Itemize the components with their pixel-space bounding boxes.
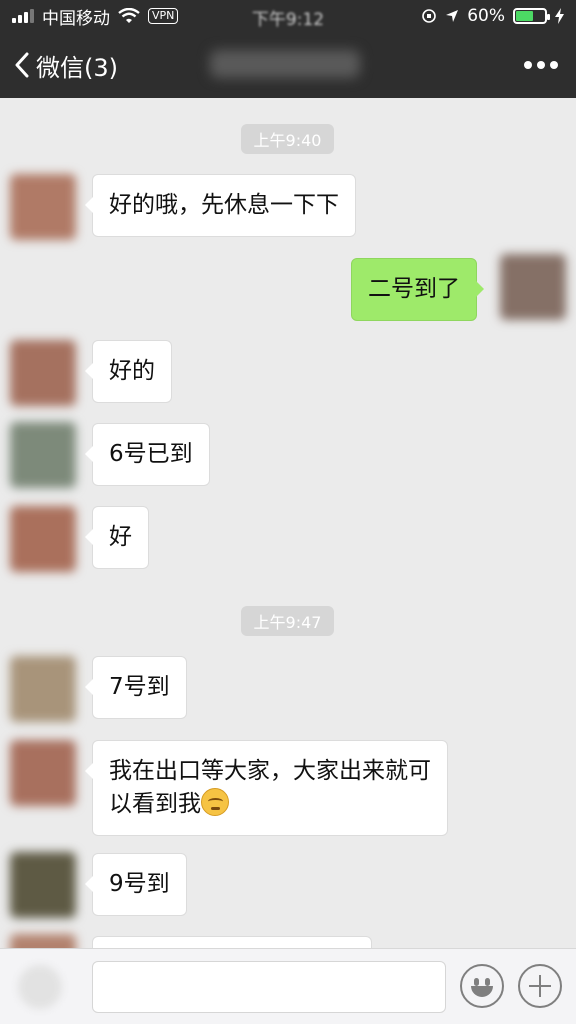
battery-icon [513, 8, 550, 24]
chat-title-blurred [210, 50, 360, 78]
back-button[interactable]: 微信(3) [14, 32, 118, 98]
charging-bolt-icon [555, 8, 564, 24]
avatar[interactable] [10, 934, 76, 948]
emoji-button[interactable] [460, 964, 504, 1008]
avatar[interactable] [10, 340, 76, 406]
chevron-left-icon [15, 52, 29, 78]
chat-area[interactable]: 上午9:40 好的哦，先休息一下下 二号到了 好的 6号已到 好 上午9:47 … [0, 98, 576, 948]
plus-button[interactable] [518, 964, 562, 1008]
message-bubble[interactable]: 好 [85, 506, 149, 569]
message-bubble[interactable]: 我在出口等大家，大家出来就可 以看到我 [85, 740, 448, 836]
message-input[interactable] [92, 961, 446, 1013]
more-dots-icon [524, 61, 532, 69]
message-line: 以看到我 [109, 791, 201, 817]
timestamp: 上午9:40 [241, 124, 334, 154]
status-bar: 中国移动 VPN 下午9:12 60% [0, 0, 576, 32]
battery-fill [516, 11, 533, 21]
emoji-face-icon [474, 978, 479, 986]
avatar[interactable] [10, 506, 76, 572]
voice-button[interactable] [18, 965, 62, 1009]
avatar[interactable] [10, 656, 76, 722]
back-label: 微信(3) [36, 53, 118, 82]
avatar[interactable] [10, 422, 76, 488]
message-bubble[interactable]: 9号到 [85, 853, 187, 916]
message-bubble[interactable]: 7号到 [85, 656, 187, 719]
status-right: 60% [421, 0, 564, 32]
message-bubble[interactable]: 好的 [85, 340, 172, 403]
message-line: 我在出口等大家，大家出来就可 [109, 758, 431, 784]
avatar[interactable] [10, 740, 76, 806]
message-bubble-self[interactable]: 二号到了 [351, 258, 484, 321]
message-bubble-partial[interactable] [92, 936, 372, 948]
battery-percent: 60% [467, 6, 505, 26]
more-button[interactable] [524, 32, 558, 98]
smiling-face-emoji [201, 788, 229, 816]
nav-bar: 微信(3) [0, 32, 576, 98]
avatar[interactable] [10, 852, 76, 918]
message-bubble[interactable]: 好的哦，先休息一下下 [85, 174, 356, 237]
location-icon [446, 10, 459, 22]
avatar[interactable] [10, 174, 76, 240]
timestamp: 上午9:47 [241, 606, 334, 636]
message-bubble[interactable]: 6号已到 [85, 423, 210, 486]
orientation-lock-icon [422, 9, 437, 23]
avatar-self[interactable] [500, 254, 566, 320]
